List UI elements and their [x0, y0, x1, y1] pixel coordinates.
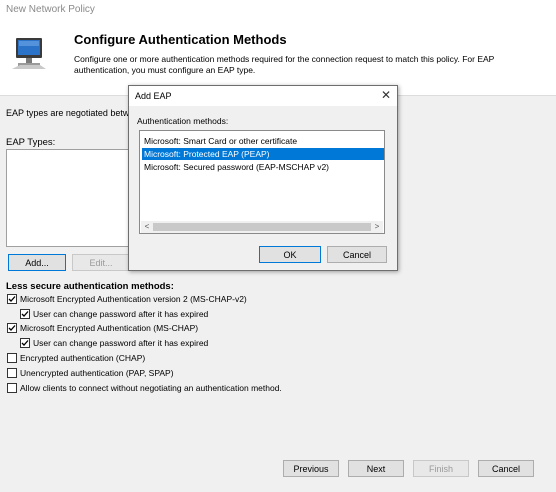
ms-chap-v2-label: Microsoft Encrypted Authentication versi…	[20, 294, 247, 304]
scroll-left-icon[interactable]: <	[142, 222, 152, 232]
pap-spap-label: Unencrypted authentication (PAP, SPAP)	[20, 368, 174, 378]
dialog-title-bar: Add EAP ✕	[129, 86, 397, 106]
list-item[interactable]: Microsoft: Secured password (EAP-MSCHAP …	[142, 161, 384, 173]
cancel-button[interactable]: Cancel	[478, 460, 534, 477]
add-eap-button[interactable]: Add...	[8, 254, 66, 271]
eap-negotiation-text: EAP types are negotiated betwe	[6, 108, 135, 118]
previous-button[interactable]: Previous	[283, 460, 339, 477]
ms-chap-v2-checkbox[interactable]	[7, 294, 17, 304]
ms-chap-v2-change-password-label: User can change password after it has ex…	[33, 309, 209, 319]
authentication-methods-label: Authentication methods:	[137, 116, 229, 126]
ok-button[interactable]: OK	[259, 246, 321, 263]
ms-chap-checkbox[interactable]	[7, 323, 17, 333]
window-title: New Network Policy	[6, 4, 95, 15]
chap-checkbox[interactable]	[7, 353, 17, 363]
pap-spap-checkbox[interactable]	[7, 368, 17, 378]
list-item-selected[interactable]: Microsoft: Protected EAP (PEAP)	[142, 148, 384, 160]
scroll-thumb[interactable]	[153, 223, 371, 231]
scroll-right-icon[interactable]: >	[372, 222, 382, 232]
ms-chap-v2-change-password-checkbox[interactable]	[20, 309, 30, 319]
window-title-bar: New Network Policy	[0, 0, 556, 22]
allow-unauthenticated-checkbox[interactable]	[7, 383, 17, 393]
eap-types-label: EAP Types:	[6, 137, 56, 148]
ms-chap-label: Microsoft Encrypted Authentication (MS-C…	[20, 323, 199, 333]
edit-eap-button[interactable]: Edit...	[72, 254, 130, 271]
eap-types-list[interactable]	[6, 149, 148, 247]
allow-unauthenticated-label: Allow clients to connect without negotia…	[20, 383, 282, 393]
close-icon[interactable]: ✕	[379, 88, 393, 102]
ms-chap-change-password-checkbox[interactable]	[20, 338, 30, 348]
less-secure-methods-label: Less secure authentication methods:	[6, 281, 174, 292]
list-item[interactable]: Microsoft: Smart Card or other certifica…	[142, 135, 384, 147]
dialog-cancel-button[interactable]: Cancel	[327, 246, 387, 263]
add-eap-dialog: Add EAP ✕ Authentication methods: Micros…	[128, 85, 398, 271]
network-policy-computer-icon	[10, 36, 48, 72]
page-title: Configure Authentication Methods	[74, 32, 287, 47]
page-description: Configure one or more authentication met…	[74, 54, 495, 75]
dialog-title: Add EAP	[135, 91, 172, 101]
next-button[interactable]: Next	[348, 460, 404, 477]
finish-button[interactable]: Finish	[413, 460, 469, 477]
horizontal-scrollbar[interactable]: < >	[141, 221, 383, 233]
chap-label: Encrypted authentication (CHAP)	[20, 353, 146, 363]
authentication-methods-list[interactable]: Microsoft: Smart Card or other certifica…	[139, 130, 385, 234]
ms-chap-change-password-label: User can change password after it has ex…	[33, 338, 209, 348]
